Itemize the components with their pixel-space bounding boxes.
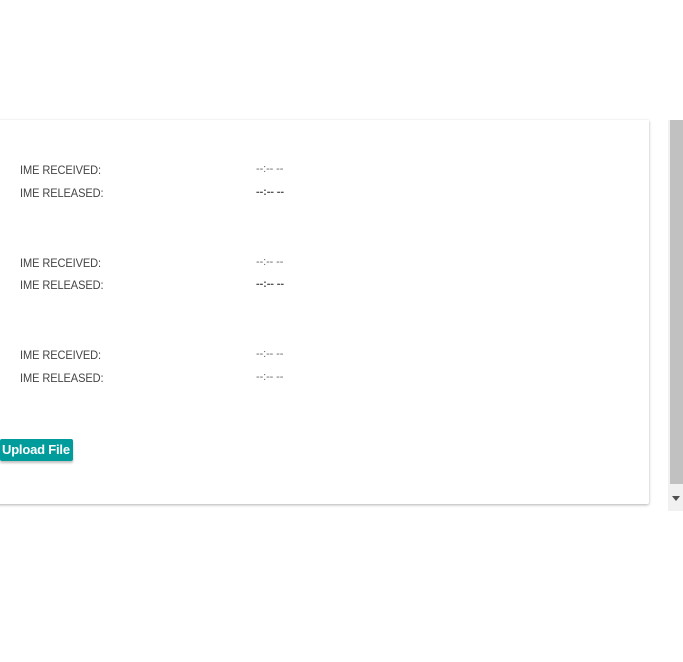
page-viewport: IME RECEIVED: --:-- -- IME RELEASED: --:… [0,0,683,662]
time-received-value[interactable]: --:-- -- [256,256,283,268]
vertical-scrollbar-thumb[interactable] [670,120,683,484]
time-received-value[interactable]: --:-- -- [256,348,283,360]
time-released-value[interactable]: --:-- -- [256,186,284,198]
time-received-label: IME RECEIVED: [20,163,102,177]
time-released-label: IME RELEASED: [20,371,104,385]
time-released-value[interactable]: --:-- -- [256,278,284,290]
upload-file-button[interactable]: Upload File [0,439,73,461]
time-released-label: IME RELEASED: [20,278,104,292]
time-received-label: IME RECEIVED: [20,256,102,270]
time-log-card [0,120,649,504]
time-received-value[interactable]: --:-- -- [256,163,283,175]
triangle-down-icon [671,496,680,501]
time-received-label: IME RECEIVED: [20,348,102,362]
scroll-down-button[interactable] [668,491,683,506]
time-released-value[interactable]: --:-- -- [256,371,283,383]
time-released-label: IME RELEASED: [20,186,104,200]
